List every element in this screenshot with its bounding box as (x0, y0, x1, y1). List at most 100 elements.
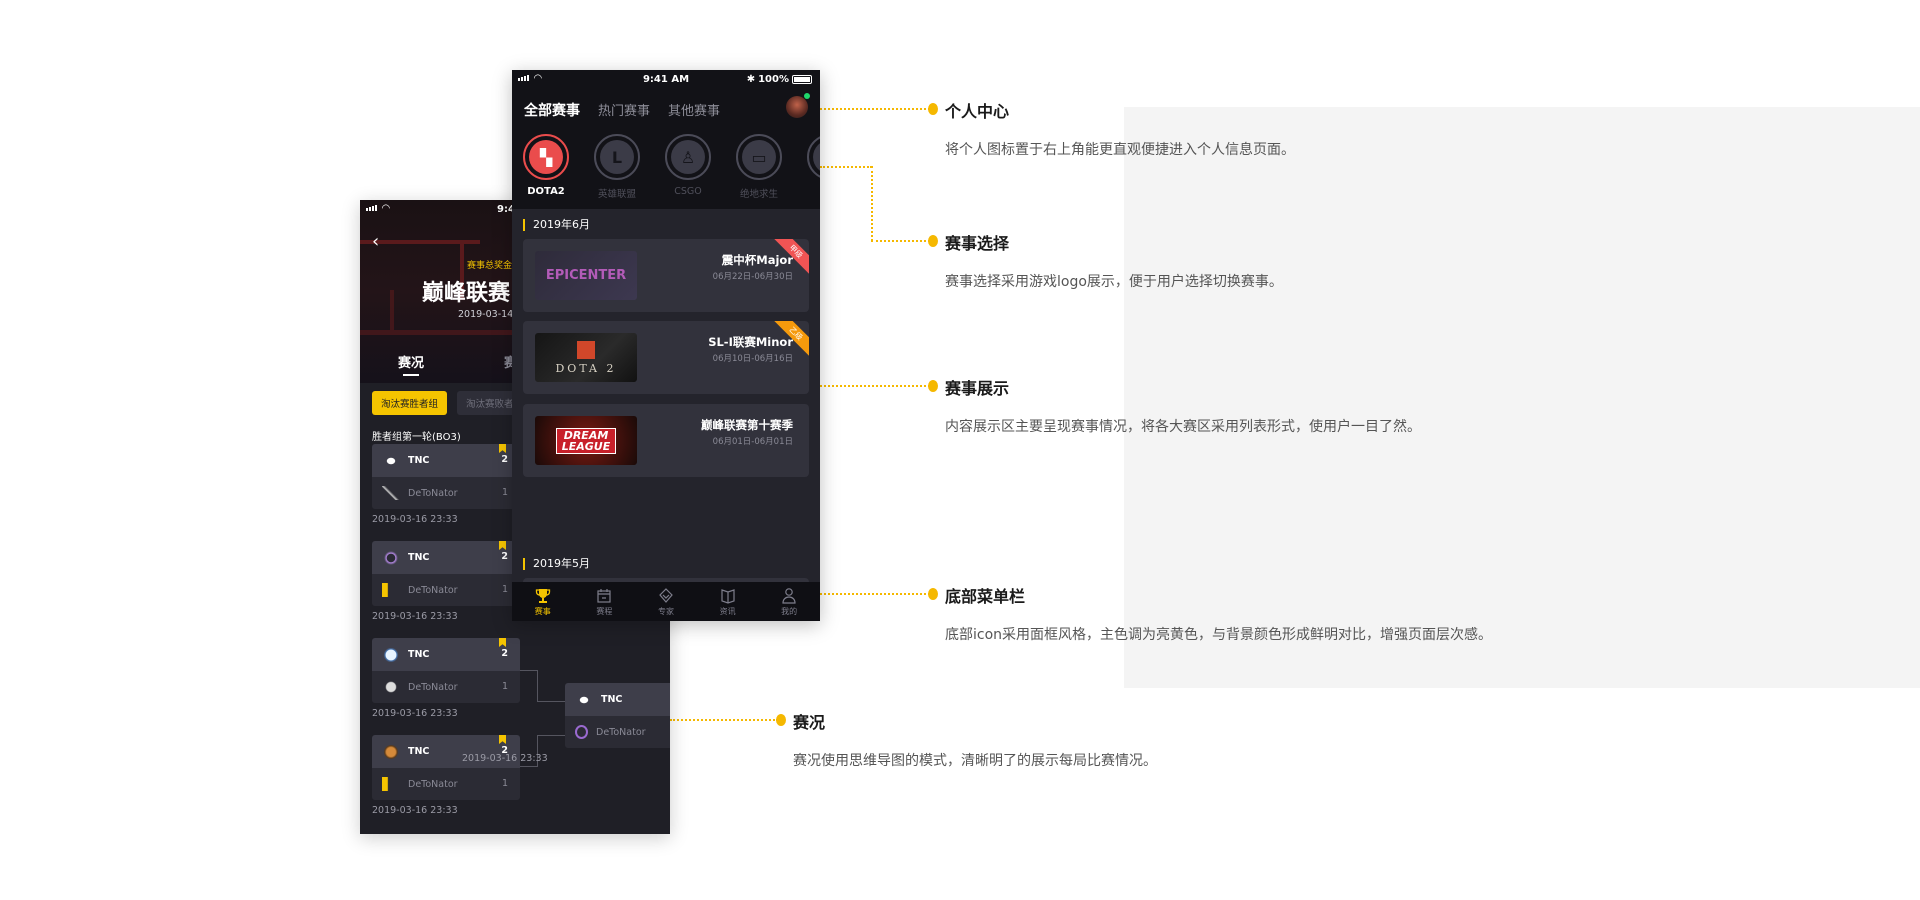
game-selector-0[interactable]: ▚ DOTA2 (516, 134, 576, 197)
match-card[interactable]: TNC 2 DeToNator 1 (372, 735, 520, 800)
game-label: 英雄联盟 (597, 189, 636, 200)
tab-other-events[interactable]: 其他赛事 (668, 100, 720, 119)
tab-match-status[interactable]: 赛况 (398, 352, 424, 376)
filter-winners-bracket[interactable]: 淘汰赛胜者组 (372, 391, 448, 415)
match-card[interactable]: TNC 2 DeToNator 1 (372, 541, 520, 606)
team2-name: DeToNator (408, 584, 458, 596)
events-screen: ◠ 9:41 AM ✱ 100% 全部赛事 热门赛事 其他赛事 ▚ DOTA2 … (512, 70, 820, 621)
csgo-soldier-icon: ♙ (665, 134, 711, 180)
final-match-card[interactable]: TNC DeToNator (565, 683, 670, 748)
team2-score: 1 (501, 778, 508, 789)
nav-item-2[interactable]: 专家 (635, 582, 697, 621)
book-icon (720, 589, 735, 604)
event-dates: 06月10日-06月16日 (712, 354, 793, 364)
game-selector-4[interactable]: 守 (800, 134, 820, 200)
game-label: CSGO (674, 186, 702, 197)
match-card[interactable]: TNC 2 DeToNator 1 (372, 444, 520, 509)
bottom-nav: 赛事 赛程 专家 资讯 我的 (512, 582, 820, 621)
team-logo-icon (382, 647, 400, 662)
match-card[interactable]: TNC 2 DeToNator 1 (372, 638, 520, 703)
team1-score: 2 (501, 551, 508, 562)
team-logo-icon (382, 777, 400, 791)
annotation-dot (776, 714, 786, 726)
team2-score: 1 (501, 584, 508, 595)
match-time: 2019-03-16 23:33 (372, 611, 458, 622)
annotation-description: 内容展示区主要呈现赛事情况，将各大赛区采用列表形式，使用户一目了然。 (945, 419, 1421, 435)
trophy-icon (535, 589, 550, 603)
annotation-title: 底部菜单栏 (945, 587, 1026, 606)
winner-flag-icon (499, 444, 506, 453)
team-logo-icon (575, 692, 593, 707)
team1-name: TNC (601, 694, 623, 705)
month-header: 2019年5月 (523, 558, 590, 570)
nav-item-4[interactable]: 我的 (758, 582, 820, 621)
team-logo-icon (382, 550, 400, 565)
team1-name: TNC (408, 455, 430, 466)
event-dates: 06月01日-06月01日 (712, 437, 793, 447)
background-panel (1124, 107, 1920, 688)
signal-icon (366, 205, 377, 211)
team2-name: DeToNator (408, 487, 458, 499)
lol-icon: L (594, 134, 640, 180)
wifi-icon: ◠ (382, 203, 390, 214)
team1-name: TNC (408, 746, 430, 757)
annotation-dot (928, 380, 938, 392)
event-title: SL-I联赛Minor (708, 335, 793, 349)
game-label: DOTA2 (527, 186, 565, 197)
annotation-title: 赛事展示 (945, 379, 1010, 398)
event-logo: EPICENTER (535, 251, 637, 300)
dota-icon (577, 340, 595, 359)
game-selector-2[interactable]: ♙ CSGO (658, 134, 718, 197)
team2-score: 1 (501, 487, 508, 498)
tab-all-events[interactable]: 全部赛事 (524, 100, 580, 120)
game-icon (807, 134, 820, 180)
event-title: 巅峰联赛 (422, 281, 511, 306)
month-header: 2019年6月 (523, 219, 590, 231)
battery-icon (792, 75, 812, 84)
nav-item-3[interactable]: 资讯 (697, 582, 759, 621)
team-logo-icon (382, 453, 400, 468)
annotation-dot (928, 588, 938, 600)
team-logo-icon (382, 744, 400, 759)
category-tabs: 全部赛事 热门赛事 其他赛事 (524, 100, 720, 120)
team-logo-icon (382, 486, 400, 500)
user-icon (782, 588, 796, 604)
nav-label: 我的 (781, 607, 798, 616)
event-card[interactable]: EPICENTER 震中杯Major 06月22日-06月30日 甲级 (523, 239, 809, 312)
back-icon[interactable]: ‹ (372, 231, 379, 252)
team2-score: 1 (501, 681, 508, 692)
event-card[interactable]: DOTA 2 SL-I联赛Minor 06月10日-06月16日 乙级 (523, 321, 809, 394)
annotation-description: 底部icon采用面框风格，主色调为亮黄色，与背景颜色形成鲜明对比，增强页面层次感… (945, 627, 1493, 643)
game-label: 绝地求生 (739, 189, 778, 200)
team1-score: 2 (501, 454, 508, 465)
event-card[interactable]: DREAM LEAGUE 巅峰联赛第十赛季 06月01日-06月01日 (523, 404, 809, 477)
annotation-title: 赛事选择 (945, 234, 1010, 253)
avatar[interactable] (786, 93, 810, 118)
annotation-title: 赛况 (793, 713, 826, 732)
event-title: 巅峰联赛第十赛季 (701, 418, 793, 432)
team-logo-icon (382, 680, 400, 694)
nav-item-1[interactable]: 赛程 (574, 582, 636, 621)
annotation-dot (928, 103, 938, 115)
team1-score: 2 (501, 648, 508, 659)
winner-flag-icon (499, 638, 506, 647)
nav-label: 资讯 (719, 607, 736, 616)
bluetooth-icon: ✱ (746, 74, 756, 85)
event-dates: 06月22日-06月30日 (712, 272, 793, 282)
game-selector-1[interactable]: L 英雄联盟 (587, 134, 647, 200)
annotation-description: 赛事选择采用游戏logo展示，便于用户选择切换赛事。 (945, 274, 1283, 290)
team2-name: DeToNator (408, 681, 458, 693)
battery-percent: 100% (758, 74, 789, 85)
match-time: 2019-03-16 23:33 (372, 514, 458, 525)
winner-flag-icon (499, 735, 506, 744)
team-logo-icon (575, 725, 588, 739)
nav-label: 赛事 (534, 607, 551, 616)
game-selector-3[interactable]: ▭ 绝地求生 (729, 134, 789, 200)
winner-flag-icon (499, 541, 506, 550)
tab-hot-events[interactable]: 热门赛事 (598, 100, 650, 119)
event-title: 震中杯Major (721, 253, 793, 267)
game-label: 守 (800, 186, 820, 200)
nav-item-0[interactable]: 赛事 (512, 582, 574, 621)
annotation-description: 将个人图标置于右上角能更直观便捷进入个人信息页面。 (945, 142, 1295, 158)
prize-label: 赛事总奖金 (467, 261, 513, 271)
